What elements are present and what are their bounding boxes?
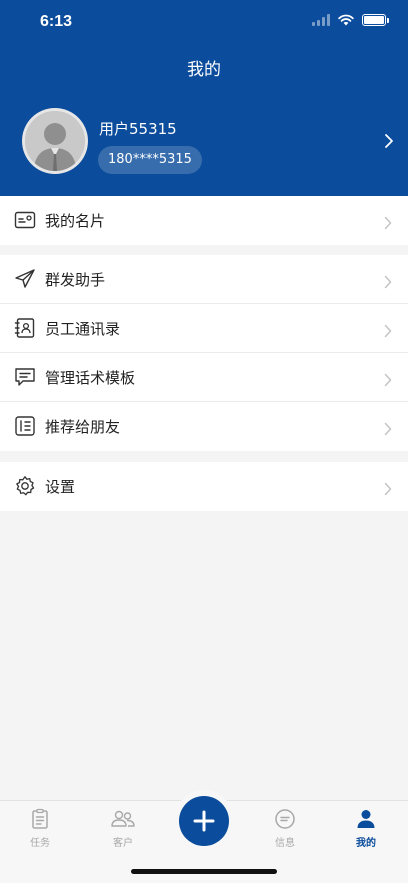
menu-item-label: 群发助手 (45, 271, 106, 289)
users-icon (111, 810, 135, 827)
menu-item-label: 我的名片 (45, 212, 106, 230)
tab-customers[interactable]: 客户 (93, 807, 153, 849)
chevron-right-icon[interactable] (384, 133, 394, 149)
menu-group-card: 我的名片 (0, 196, 408, 245)
add-button[interactable] (179, 796, 229, 846)
status-time: 6:13 (40, 13, 73, 30)
chevron-right-icon (384, 422, 392, 436)
tab-tasks[interactable]: 任务 (10, 807, 70, 849)
tab-label: 我的 (356, 838, 376, 849)
page-title: 我的 (187, 60, 221, 80)
tab-label: 信息 (275, 838, 295, 849)
menu-item-broadcast-assistant[interactable]: 群发助手 (0, 255, 408, 304)
status-bar: 6:13 (0, 0, 408, 44)
phone-number: 180****5315 (98, 146, 202, 174)
chevron-right-icon (384, 275, 392, 289)
chevron-right-icon (384, 324, 392, 338)
default-avatar-icon (25, 111, 85, 171)
menu-item-settings[interactable]: 设置 (0, 462, 408, 511)
home-indicator (131, 869, 277, 874)
menu-group-settings: 设置 (0, 462, 408, 511)
paper-plane-icon (15, 269, 35, 288)
avatar[interactable] (22, 108, 88, 174)
menu-item-label: 管理话术模板 (45, 369, 136, 387)
chat-bubble-icon (15, 368, 35, 386)
menu-item-label: 推荐给朋友 (45, 418, 121, 436)
menu-item-label: 设置 (45, 478, 76, 496)
clipboard-icon (32, 808, 48, 829)
chevron-right-icon (384, 373, 392, 387)
menu-item-recommend-friends[interactable]: 推荐给朋友 (0, 402, 408, 451)
gear-icon (16, 476, 35, 496)
menu-item-script-templates[interactable]: 管理话术模板 (0, 353, 408, 402)
profile-header: 6:13 我的 用户55315 180****5315 (0, 0, 408, 196)
battery-icon (362, 14, 389, 26)
wifi-icon (338, 14, 354, 26)
tab-me[interactable]: 我的 (336, 807, 396, 849)
menu-group-tools: 群发助手 员工通讯录 管理话术模板 推荐给朋友 (0, 255, 408, 451)
person-icon (357, 810, 375, 828)
cellular-signal-icon (312, 14, 330, 26)
menu-item-staff-directory[interactable]: 员工通讯录 (0, 304, 408, 353)
chevron-right-icon (384, 482, 392, 496)
menu-item-label: 员工通讯录 (45, 320, 121, 338)
plus-icon (193, 810, 215, 832)
tab-label: 任务 (30, 838, 50, 849)
status-icons (312, 14, 389, 26)
chevron-right-icon (384, 216, 392, 230)
contacts-book-icon (14, 318, 35, 338)
message-icon (275, 809, 295, 829)
tab-messages[interactable]: 信息 (255, 807, 315, 849)
user-name: 用户55315 (99, 120, 177, 138)
profile-card[interactable]: 用户55315 180****5315 (22, 108, 402, 174)
recommend-card-icon (15, 416, 35, 436)
menu-item-business-card[interactable]: 我的名片 (0, 196, 408, 245)
tab-label: 客户 (113, 838, 133, 849)
business-card-icon (14, 211, 36, 229)
